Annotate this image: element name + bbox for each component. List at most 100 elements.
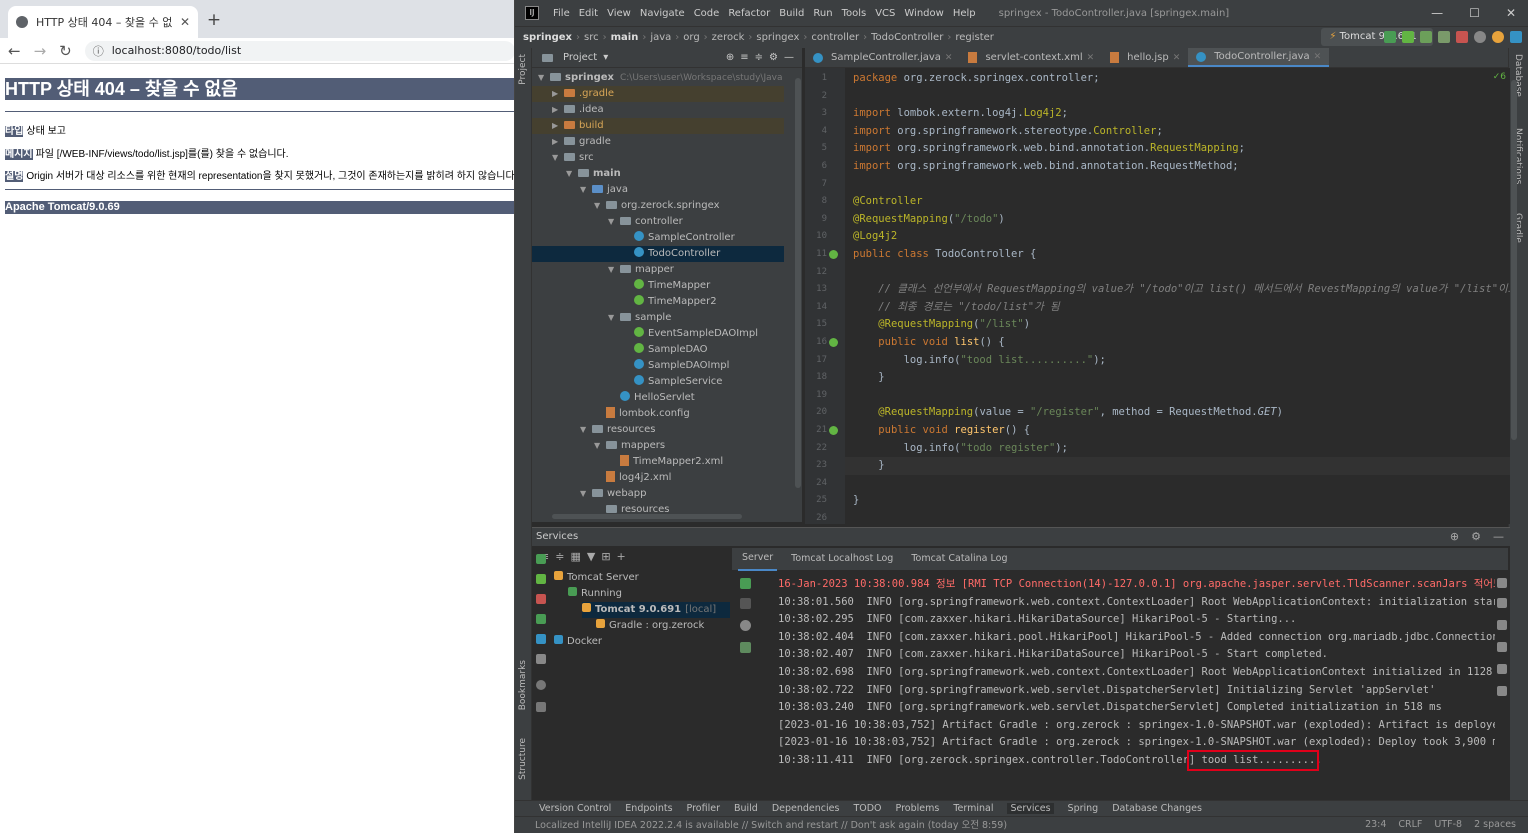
scroll-to-end-icon[interactable] <box>1497 642 1507 652</box>
run-icon[interactable] <box>1384 31 1396 43</box>
open-browser-icon[interactable] <box>740 642 751 653</box>
tree-item[interactable]: SampleController <box>532 230 784 246</box>
expanded-arrow-icon[interactable]: ▼ <box>566 166 578 182</box>
tree-item[interactable]: ▼ sample <box>532 310 784 326</box>
tree-item[interactable]: SampleService <box>532 374 784 390</box>
tab-todocontroller-java[interactable]: TodoController.java ✕ <box>1188 48 1330 67</box>
service-node[interactable]: Gradle : org.zerock <box>596 618 704 634</box>
tree-item[interactable]: ▼ webapp <box>532 486 784 502</box>
breadcrumb-item[interactable]: TodoController <box>871 32 943 43</box>
service-node[interactable]: Tomcat 9.0.691 [local] <box>582 602 730 618</box>
tree-item[interactable]: TodoController <box>532 246 784 262</box>
close-tab-icon[interactable]: ✕ <box>180 15 190 29</box>
plugin-icon[interactable] <box>1510 31 1522 43</box>
tool-profiler[interactable]: Profiler <box>687 803 720 814</box>
coverage-icon[interactable] <box>1420 31 1432 43</box>
expanded-arrow-icon[interactable]: ▼ <box>594 198 606 214</box>
menu-window[interactable]: Window <box>904 8 943 19</box>
tab-samplecontroller-java[interactable]: SampleController.java ✕ <box>805 48 960 67</box>
expanded-arrow-icon[interactable]: ▼ <box>538 70 550 86</box>
menu-edit[interactable]: Edit <box>579 8 598 19</box>
back-icon[interactable]: ← <box>8 42 21 60</box>
refresh-icon[interactable] <box>740 620 751 631</box>
log-tab-tomcat-localhost-log[interactable]: Tomcat Localhost Log <box>787 548 897 570</box>
tool-services[interactable]: Services <box>1007 803 1054 814</box>
tool-endpoints[interactable]: Endpoints <box>625 803 672 814</box>
tree-item[interactable]: ▼ main <box>532 166 784 182</box>
breadcrumb-item[interactable]: src <box>584 32 599 43</box>
add-icon[interactable]: + <box>617 550 626 563</box>
menu-run[interactable]: Run <box>813 8 832 19</box>
tree-item[interactable]: ▼ springex C:\Users\user\Workspace\study\J… <box>532 70 784 86</box>
tree-item[interactable]: ▼ resources <box>532 422 784 438</box>
tree-item[interactable]: ▶ .gradle <box>532 86 784 102</box>
project-tool-button[interactable]: Project <box>518 54 528 85</box>
bookmarks-tool-button[interactable]: Bookmarks <box>518 660 528 710</box>
expanded-arrow-icon[interactable]: ▼ <box>608 310 620 326</box>
gear-icon[interactable]: ⚙ <box>769 52 778 63</box>
collapsed-arrow-icon[interactable]: ▶ <box>552 86 564 102</box>
menu-build[interactable]: Build <box>779 8 804 19</box>
layout-icon[interactable] <box>536 702 546 712</box>
forward-icon[interactable]: → <box>34 42 47 60</box>
stop-icon[interactable] <box>536 594 546 604</box>
breadcrumb-item[interactable]: main <box>611 32 639 43</box>
collapse-all-icon[interactable]: ≑ <box>755 52 763 63</box>
refresh-icon[interactable] <box>536 680 546 690</box>
spring-bean-icon[interactable] <box>829 250 838 259</box>
breadcrumb-item[interactable]: controller <box>811 32 859 43</box>
tree-item[interactable]: SampleDAOImpl <box>532 358 784 374</box>
tree-item[interactable]: HelloServlet <box>532 390 784 406</box>
tool-dependencies[interactable]: Dependencies <box>772 803 840 814</box>
tree-item[interactable]: ▶ build <box>532 118 784 134</box>
tree-item[interactable]: TimeMapper <box>532 278 784 294</box>
menu-tools[interactable]: Tools <box>842 8 867 19</box>
deploy-icon[interactable] <box>536 614 546 624</box>
filter-icon[interactable]: ▼ <box>587 550 595 563</box>
update-icon[interactable] <box>1492 31 1504 43</box>
close-tab-icon[interactable]: ✕ <box>945 48 953 68</box>
undeploy-icon[interactable] <box>740 598 751 609</box>
expanded-arrow-icon[interactable]: ▼ <box>594 438 606 454</box>
tab-servlet-context-xml[interactable]: servlet-context.xml ✕ <box>960 48 1102 67</box>
tool-version-control[interactable]: Version Control <box>539 803 611 814</box>
menu-file[interactable]: File <box>553 8 570 19</box>
debug-icon[interactable] <box>1402 31 1414 43</box>
spring-bean-icon[interactable] <box>829 338 838 347</box>
collapsed-arrow-icon[interactable]: ▶ <box>552 118 564 134</box>
hide-icon[interactable]: — <box>784 52 794 63</box>
inspection-widget[interactable]: ✓6 <box>1493 72 1506 82</box>
soft-wrap-icon[interactable] <box>1497 620 1507 630</box>
tree-item[interactable]: ▼ mappers <box>532 438 784 454</box>
breadcrumb-item[interactable]: java <box>650 32 671 43</box>
hide-icon[interactable]: — <box>1493 530 1504 543</box>
log-tab-server[interactable]: Server <box>738 547 778 571</box>
rerun-icon[interactable] <box>536 554 546 564</box>
search-icon[interactable] <box>1474 31 1486 43</box>
log-tab-tomcat-catalina-log[interactable]: Tomcat Catalina Log <box>907 548 1011 570</box>
menu-help[interactable]: Help <box>953 8 976 19</box>
debug-icon[interactable] <box>536 574 546 584</box>
new-tab-button[interactable]: + <box>204 10 224 30</box>
chevron-down-icon[interactable]: ▾ <box>603 52 608 63</box>
tree-item[interactable]: ▼ org.zerock.springex <box>532 198 784 214</box>
project-scrollbar[interactable] <box>795 78 801 488</box>
server-log[interactable]: 16-Jan-2023 10:38:00.984 정보 [RMI TCP Con… <box>760 572 1495 800</box>
gear-icon[interactable]: ⚙ <box>1471 530 1481 543</box>
deploy-all-icon[interactable] <box>740 578 751 589</box>
menu-navigate[interactable]: Navigate <box>640 8 685 19</box>
new-tab-icon[interactable]: ⊞ <box>601 550 610 563</box>
collapsed-arrow-icon[interactable]: ▶ <box>552 102 564 118</box>
collapsed-arrow-icon[interactable]: ▶ <box>552 134 564 150</box>
status-item[interactable]: CRLF <box>1398 816 1422 833</box>
tree-item[interactable]: lombok.config <box>532 406 784 422</box>
tree-item[interactable]: ▼ src <box>532 150 784 166</box>
project-horizontal-scrollbar[interactable] <box>552 514 742 519</box>
breadcrumb-item[interactable]: springex <box>523 32 572 43</box>
tree-item[interactable]: ▶ gradle <box>532 134 784 150</box>
profile-icon[interactable] <box>1438 31 1450 43</box>
menu-view[interactable]: View <box>607 8 631 19</box>
group-icon[interactable]: ▦ <box>570 550 580 563</box>
expanded-arrow-icon[interactable]: ▼ <box>608 262 620 278</box>
close-tab-icon[interactable]: ✕ <box>1173 48 1181 68</box>
